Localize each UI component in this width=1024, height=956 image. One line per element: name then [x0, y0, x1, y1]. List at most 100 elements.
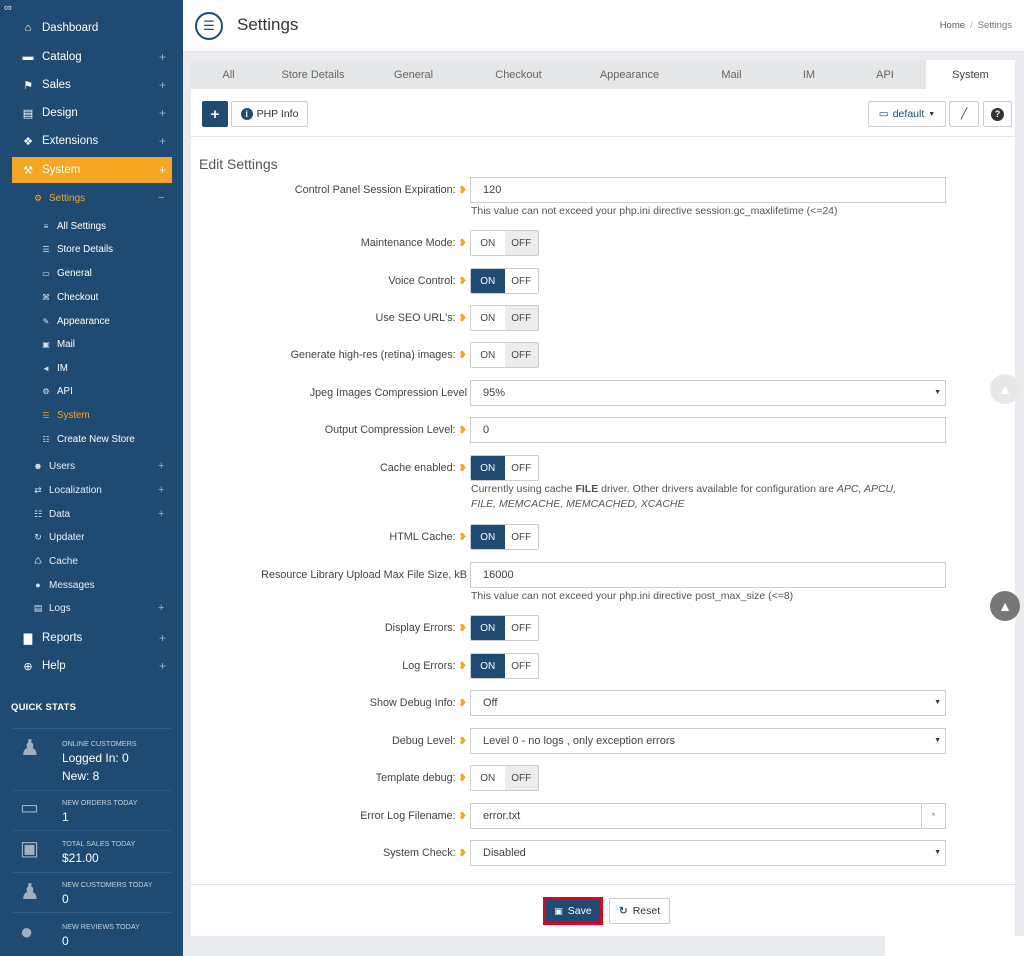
submenu-logs[interactable]: ▤ Logs +	[32, 598, 165, 618]
toggle-on[interactable]: ON	[471, 456, 505, 480]
template-debug-toggle[interactable]: ON OFF	[470, 765, 539, 791]
toggle-off[interactable]: OFF	[504, 766, 538, 790]
tab-general[interactable]: General	[360, 60, 467, 89]
menu-extensions[interactable]: ❖ Extensions +	[12, 128, 172, 154]
template-select-button[interactable]: ▭ default ▼	[868, 101, 946, 127]
tab-appearance[interactable]: Appearance	[570, 60, 689, 89]
collapse-minus-icon[interactable]: −	[158, 192, 164, 204]
session-expiration-input[interactable]: 120	[470, 177, 946, 203]
comment-icon[interactable]: ❥	[459, 773, 467, 784]
voice-control-toggle[interactable]: ON OFF	[470, 268, 539, 294]
toggle-off[interactable]: OFF	[504, 231, 538, 255]
toggle-off[interactable]: OFF	[504, 525, 538, 549]
menu-dashboard[interactable]: ⌂ Dashboard	[12, 15, 172, 41]
submenu-users[interactable]: ☻ Users +	[32, 456, 164, 476]
toggle-off[interactable]: OFF	[504, 654, 538, 678]
submenu-store-details[interactable]: ☰ Store Details	[40, 239, 113, 259]
menu-system[interactable]: ⚒ System +	[12, 157, 172, 183]
submenu-cache[interactable]: ♺ Cache	[32, 551, 78, 571]
comment-icon[interactable]: ❥	[459, 350, 467, 361]
html-cache-toggle[interactable]: ON OFF	[470, 524, 539, 550]
toggle-on[interactable]: ON	[471, 616, 505, 640]
submenu-messages[interactable]: ● Messages	[32, 575, 94, 595]
toggle-on[interactable]: ON	[471, 269, 505, 293]
php-info-button[interactable]: i PHP Info	[231, 101, 308, 127]
toggle-off[interactable]: OFF	[504, 306, 538, 330]
debug-info-select[interactable]: Off ▼	[470, 690, 946, 716]
comment-icon[interactable]: ❥	[459, 623, 467, 634]
seo-urls-toggle[interactable]: ON OFF	[470, 305, 539, 331]
comment-icon[interactable]: ❥	[459, 848, 467, 859]
expand-plus-icon[interactable]: +	[158, 460, 164, 472]
error-log-input[interactable]: error.txt *	[470, 803, 946, 829]
output-compression-input[interactable]: 0	[470, 417, 946, 443]
submenu-general[interactable]: ▭ General	[40, 263, 92, 283]
menu-sales[interactable]: ⚑ Sales +	[12, 72, 172, 98]
comment-icon[interactable]: ❥	[459, 463, 467, 474]
menu-design[interactable]: ▤ Design +	[12, 100, 172, 126]
log-errors-toggle[interactable]: ON OFF	[470, 653, 539, 679]
toggle-on[interactable]: ON	[471, 525, 505, 549]
toggle-off[interactable]: OFF	[504, 456, 538, 480]
tab-checkout[interactable]: Checkout	[467, 60, 570, 89]
cache-enabled-toggle[interactable]: ON OFF	[470, 455, 539, 481]
upload-max-input[interactable]: 16000	[470, 562, 946, 588]
submenu-system[interactable]: ☰ System	[40, 405, 89, 425]
submenu-appearance[interactable]: ✎ Appearance	[40, 311, 110, 331]
comment-icon[interactable]: ❥	[459, 313, 467, 324]
comment-icon[interactable]: ❥	[459, 661, 467, 672]
menu-catalog[interactable]: ▬ Catalog +	[12, 44, 172, 70]
toggle-off[interactable]: OFF	[504, 269, 538, 293]
expand-plus-icon[interactable]: +	[158, 602, 164, 614]
jpeg-compression-select[interactable]: 95% ▼	[470, 380, 946, 406]
expand-plus-icon[interactable]: +	[159, 106, 166, 120]
toggle-on[interactable]: ON	[471, 766, 505, 790]
submenu-create-store[interactable]: ☷ Create New Store	[40, 429, 134, 449]
system-check-select[interactable]: Disabled ▼	[470, 840, 946, 866]
save-button[interactable]: ▣ Save	[543, 897, 603, 925]
expand-plus-icon[interactable]: +	[159, 659, 166, 673]
submenu-mail[interactable]: ▣ Mail	[40, 334, 75, 354]
debug-level-select[interactable]: Level 0 - no logs , only exception error…	[470, 728, 946, 754]
help-button[interactable]: ?	[983, 101, 1012, 127]
submenu-data[interactable]: ☷ Data +	[32, 504, 164, 524]
toggle-off[interactable]: OFF	[504, 616, 538, 640]
expand-plus-icon[interactable]: +	[158, 484, 164, 496]
comment-icon[interactable]: ❥	[459, 736, 467, 747]
tab-im[interactable]: IM	[774, 60, 844, 89]
submenu-checkout[interactable]: ⌘ Checkout	[40, 287, 98, 307]
add-button[interactable]: +	[202, 101, 228, 127]
scroll-top-faded-icon[interactable]: ▲	[990, 374, 1020, 404]
menu-reports[interactable]: ▇ Reports +	[12, 625, 172, 651]
comment-icon[interactable]: ❥	[459, 185, 467, 196]
magic-wand-button[interactable]: ╱	[949, 101, 979, 127]
display-errors-toggle[interactable]: ON OFF	[470, 615, 539, 641]
toggle-on[interactable]: ON	[471, 306, 505, 330]
breadcrumb-home[interactable]: Home	[940, 20, 965, 31]
tab-system[interactable]: System	[926, 60, 1015, 89]
expand-plus-icon[interactable]: +	[159, 50, 166, 64]
comment-icon[interactable]: ❥	[459, 532, 467, 543]
toggle-on[interactable]: ON	[471, 343, 505, 367]
reset-button[interactable]: ↻ Reset	[609, 898, 670, 924]
tab-all[interactable]: All	[191, 60, 266, 89]
expand-plus-icon[interactable]: +	[159, 163, 166, 177]
expand-plus-icon[interactable]: +	[159, 78, 166, 92]
comment-icon[interactable]: ❥	[459, 698, 467, 709]
submenu-settings[interactable]: ⚙ Settings −	[32, 188, 164, 208]
toggle-on[interactable]: ON	[471, 654, 505, 678]
comment-icon[interactable]: ❥	[459, 276, 467, 287]
toggle-on[interactable]: ON	[471, 231, 505, 255]
submenu-updater[interactable]: ↻ Updater	[32, 527, 84, 547]
logo-icon[interactable]: ∞	[4, 2, 12, 14]
submenu-localization[interactable]: ⇄ Localization +	[32, 480, 164, 500]
expand-plus-icon[interactable]: +	[159, 631, 166, 645]
tab-mail[interactable]: Mail	[689, 60, 774, 89]
menu-help[interactable]: ⊕ Help +	[12, 653, 172, 679]
tab-api[interactable]: API	[844, 60, 926, 89]
comment-icon[interactable]: ❥	[459, 238, 467, 249]
submenu-all-settings[interactable]: ≡ All Settings	[40, 216, 106, 236]
expand-plus-icon[interactable]: +	[158, 508, 164, 520]
expand-plus-icon[interactable]: +	[159, 134, 166, 148]
submenu-im[interactable]: ◄ IM	[40, 358, 68, 378]
